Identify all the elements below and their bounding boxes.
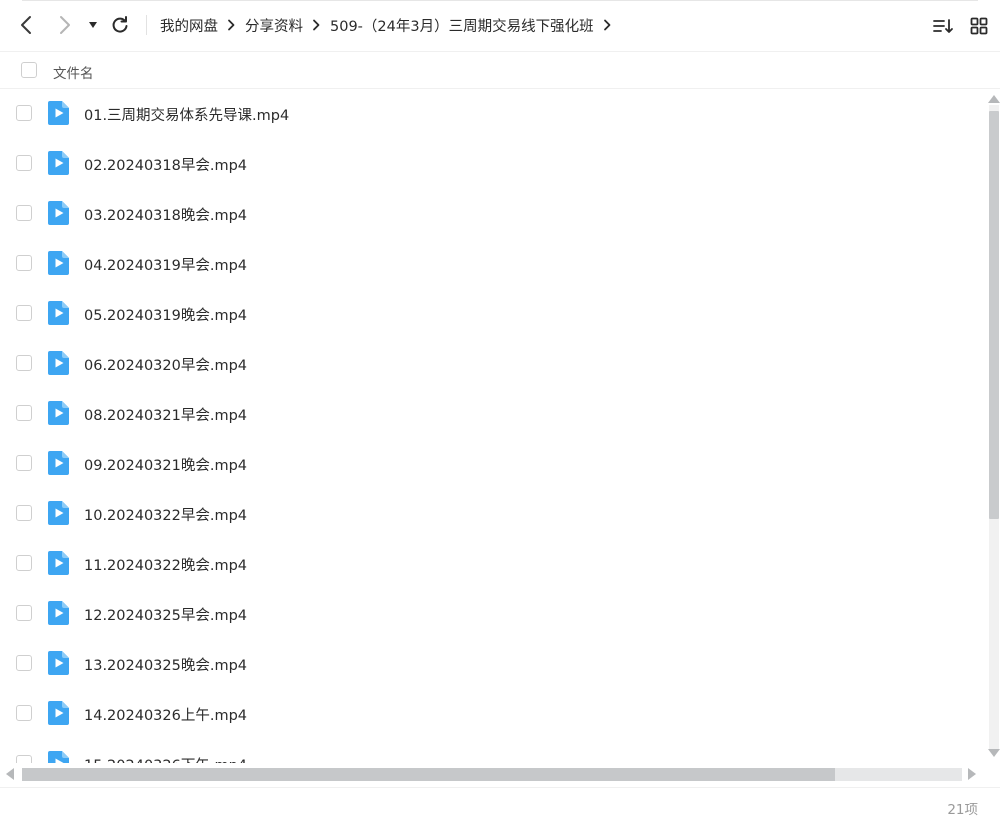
history-dropdown-button[interactable] (82, 13, 104, 37)
back-button[interactable] (14, 13, 38, 37)
refresh-button[interactable] (108, 13, 132, 37)
caret-down-icon (89, 22, 97, 28)
scroll-down-arrow-icon[interactable] (988, 749, 1000, 757)
chevron-left-icon (21, 16, 31, 34)
file-checkbox[interactable] (16, 105, 32, 121)
sort-button[interactable] (932, 15, 954, 37)
video-file-icon (48, 751, 69, 763)
file-row[interactable]: 11.20240322晚会.mp4 (0, 539, 986, 589)
file-name[interactable]: 03.20240318晚会.mp4 (84, 204, 247, 225)
scroll-right-arrow-icon[interactable] (968, 768, 976, 780)
toolbar-separator (146, 15, 147, 35)
grid-view-icon (970, 17, 988, 35)
file-row[interactable]: 10.20240322早会.mp4 (0, 489, 986, 539)
breadcrumb-item-shared[interactable]: 分享资料 (245, 15, 303, 36)
column-header-name[interactable]: 文件名 (53, 62, 94, 82)
file-row[interactable]: 15.20240326下午.mp4 (0, 739, 986, 763)
video-file-icon (48, 551, 69, 575)
file-name[interactable]: 02.20240318早会.mp4 (84, 154, 247, 175)
file-name[interactable]: 04.20240319早会.mp4 (84, 254, 247, 275)
forward-button[interactable] (53, 13, 77, 37)
vertical-scrollbar[interactable] (986, 93, 1000, 761)
video-file-icon (48, 351, 69, 375)
breadcrumb-separator-icon (227, 19, 235, 31)
file-checkbox[interactable] (16, 505, 32, 521)
file-row[interactable]: 12.20240325早会.mp4 (0, 589, 986, 639)
file-checkbox[interactable] (16, 305, 32, 321)
video-file-icon (48, 101, 69, 125)
vertical-scroll-thumb[interactable] (989, 111, 999, 519)
file-name[interactable]: 11.20240322晚会.mp4 (84, 554, 247, 575)
chevron-right-icon (60, 16, 70, 34)
breadcrumb-item-current-folder[interactable]: 509-（24年3月）三周期交易线下强化班 (330, 15, 594, 36)
breadcrumb-separator-icon (312, 19, 320, 31)
sort-icon (933, 19, 953, 33)
file-name[interactable]: 15.20240326下午.mp4 (84, 754, 247, 763)
file-name[interactable]: 14.20240326上午.mp4 (84, 704, 247, 725)
refresh-icon (112, 16, 128, 33)
file-name[interactable]: 06.20240320早会.mp4 (84, 354, 247, 375)
file-row[interactable]: 02.20240318早会.mp4 (0, 139, 986, 189)
file-checkbox[interactable] (16, 605, 32, 621)
file-checkbox[interactable] (16, 205, 32, 221)
horizontal-scrollbar[interactable] (0, 765, 986, 785)
breadcrumb-expand-icon[interactable] (603, 19, 611, 31)
file-checkbox[interactable] (16, 455, 32, 471)
scroll-left-arrow-icon[interactable] (6, 768, 14, 780)
horizontal-scroll-thumb[interactable] (22, 768, 835, 781)
video-file-icon (48, 601, 69, 625)
file-row[interactable]: 03.20240318晚会.mp4 (0, 189, 986, 239)
file-checkbox[interactable] (16, 755, 32, 763)
file-checkbox[interactable] (16, 155, 32, 171)
video-file-icon (48, 651, 69, 675)
video-file-icon (48, 501, 69, 525)
file-checkbox[interactable] (16, 555, 32, 571)
file-row[interactable]: 05.20240319晚会.mp4 (0, 289, 986, 339)
file-checkbox[interactable] (16, 705, 32, 721)
file-list[interactable]: 01.三周期交易体系先导课.mp4 02.20240318早会.mp4 03.202… (0, 89, 986, 763)
file-name[interactable]: 09.20240321晚会.mp4 (84, 454, 247, 475)
file-name[interactable]: 08.20240321早会.mp4 (84, 404, 247, 425)
file-name[interactable]: 01.三周期交易体系先导课.mp4 (84, 104, 289, 125)
video-file-icon (48, 701, 69, 725)
file-checkbox[interactable] (16, 655, 32, 671)
video-file-icon (48, 201, 69, 225)
file-checkbox[interactable] (16, 355, 32, 371)
file-name[interactable]: 10.20240322早会.mp4 (84, 504, 247, 525)
file-row[interactable]: 13.20240325晚会.mp4 (0, 639, 986, 689)
file-row[interactable]: 08.20240321早会.mp4 (0, 389, 986, 439)
file-row[interactable]: 06.20240320早会.mp4 (0, 339, 986, 389)
video-file-icon (48, 301, 69, 325)
file-row[interactable]: 09.20240321晚会.mp4 (0, 439, 986, 489)
video-file-icon (48, 401, 69, 425)
file-name[interactable]: 12.20240325早会.mp4 (84, 604, 247, 625)
grid-view-button[interactable] (968, 15, 990, 37)
item-count: 21项 (947, 802, 978, 817)
file-row[interactable]: 01.三周期交易体系先导课.mp4 (0, 89, 986, 139)
select-all-checkbox[interactable] (21, 62, 37, 78)
file-checkbox[interactable] (16, 255, 32, 271)
file-checkbox[interactable] (16, 405, 32, 421)
status-bar: 21项 (0, 787, 1000, 817)
toolbar: 我的网盘 分享资料 509-（24年3月）三周期交易线下强化班 (0, 0, 1000, 50)
scroll-up-arrow-icon[interactable] (988, 95, 1000, 103)
list-header: 文件名 (0, 51, 1000, 89)
file-name[interactable]: 05.20240319晚会.mp4 (84, 304, 247, 325)
file-row[interactable]: 04.20240319早会.mp4 (0, 239, 986, 289)
file-row[interactable]: 14.20240326上午.mp4 (0, 689, 986, 739)
video-file-icon (48, 251, 69, 275)
video-file-icon (48, 151, 69, 175)
video-file-icon (48, 451, 69, 475)
breadcrumb-item-my-drive[interactable]: 我的网盘 (160, 15, 218, 36)
file-name[interactable]: 13.20240325晚会.mp4 (84, 654, 247, 675)
breadcrumb: 我的网盘 分享资料 509-（24年3月）三周期交易线下强化班 (160, 14, 621, 36)
